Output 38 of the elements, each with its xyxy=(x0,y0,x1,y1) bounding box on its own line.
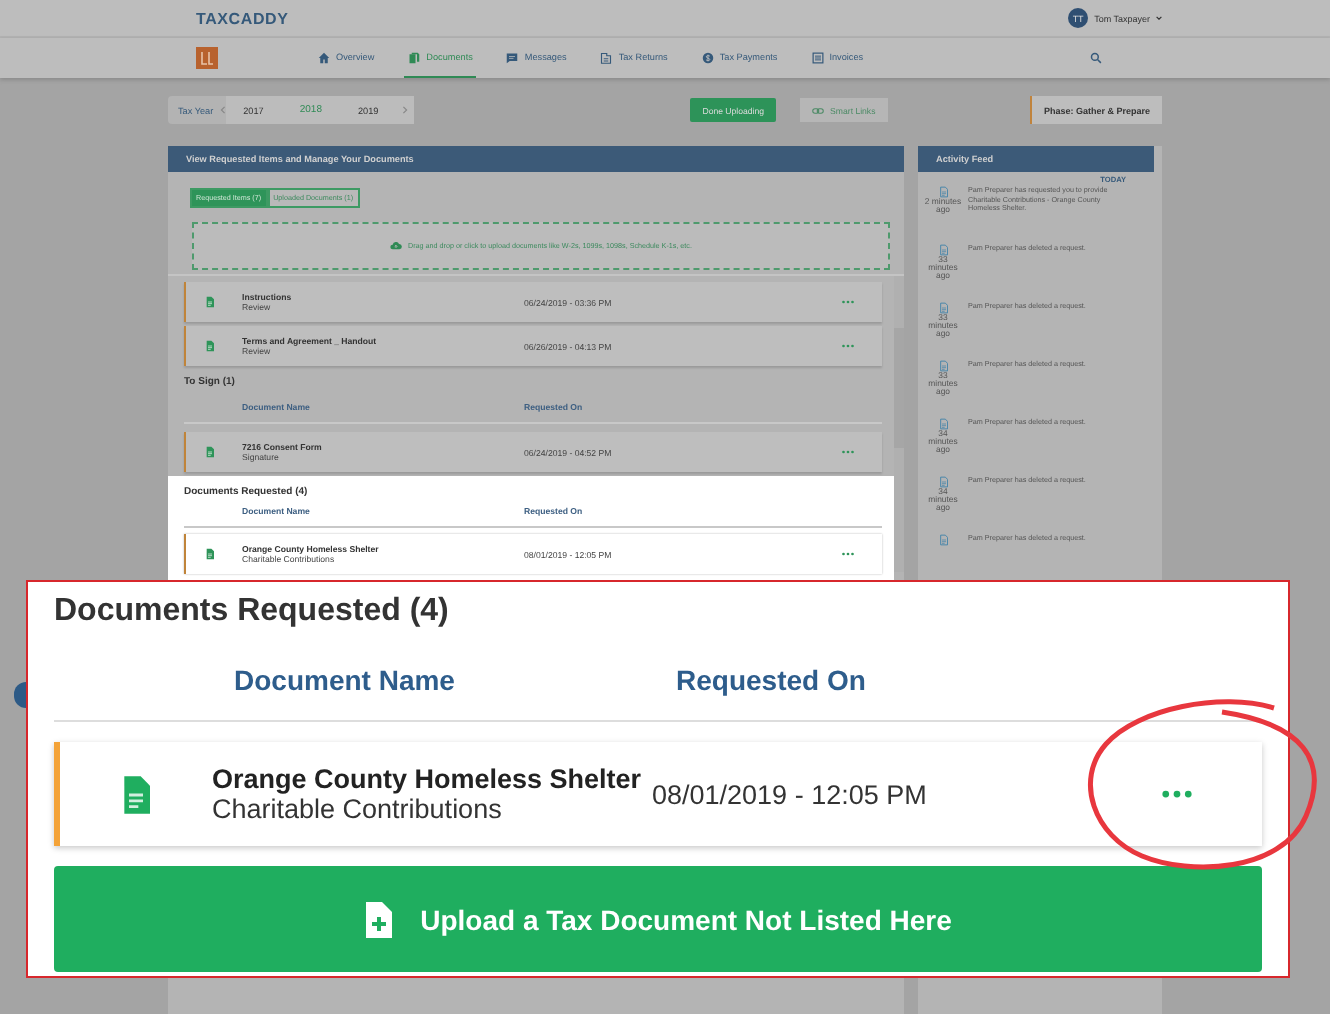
document-icon xyxy=(939,360,947,372)
document-name: Orange County Homeless Shelter xyxy=(212,764,644,794)
invoice-icon xyxy=(811,51,824,63)
column-header: Document Name xyxy=(234,664,457,696)
documents-icon xyxy=(408,51,421,63)
cloud-upload-icon xyxy=(390,242,403,250)
document-icon xyxy=(206,548,214,560)
link-icon xyxy=(812,107,825,113)
file-plus-icon xyxy=(364,901,393,937)
section-title: Documents Requested (4) xyxy=(54,594,451,630)
firm-logo xyxy=(196,46,218,70)
upload-button[interactable]: Upload a Tax Document Not Listed Here xyxy=(54,866,1262,972)
document-icon xyxy=(939,418,947,430)
chat-launcher[interactable] xyxy=(14,682,26,708)
document-icon xyxy=(206,446,214,458)
previous-icon[interactable] xyxy=(219,106,226,114)
document-type: Charitable Contributions xyxy=(212,794,504,824)
document-row[interactable]: Orange County Homeless Shelter Charitable Contributions 08/01/2019 - 12:05 PM xyxy=(54,742,1262,846)
scrollbar[interactable] xyxy=(894,276,904,572)
more-icon[interactable] xyxy=(1162,790,1192,798)
document-icon xyxy=(206,340,214,352)
document-icon xyxy=(206,296,214,308)
document-icon xyxy=(122,775,150,813)
document-icon xyxy=(939,534,947,546)
dollar-icon xyxy=(701,51,714,63)
document-icon xyxy=(939,302,947,314)
caret-icon xyxy=(1156,16,1162,20)
column-header: Requested On xyxy=(676,664,868,696)
next-icon[interactable] xyxy=(396,96,415,124)
requested-date: 08/01/2019 - 12:05 PM xyxy=(652,779,929,809)
document-stack-icon xyxy=(600,51,613,63)
search-icon[interactable] xyxy=(1090,52,1102,64)
document-icon xyxy=(939,186,947,198)
home-icon xyxy=(318,51,330,63)
logo: TAXCADDY xyxy=(196,9,289,27)
chat-icon xyxy=(506,51,519,63)
document-icon xyxy=(939,244,947,256)
document-icon xyxy=(939,476,947,488)
